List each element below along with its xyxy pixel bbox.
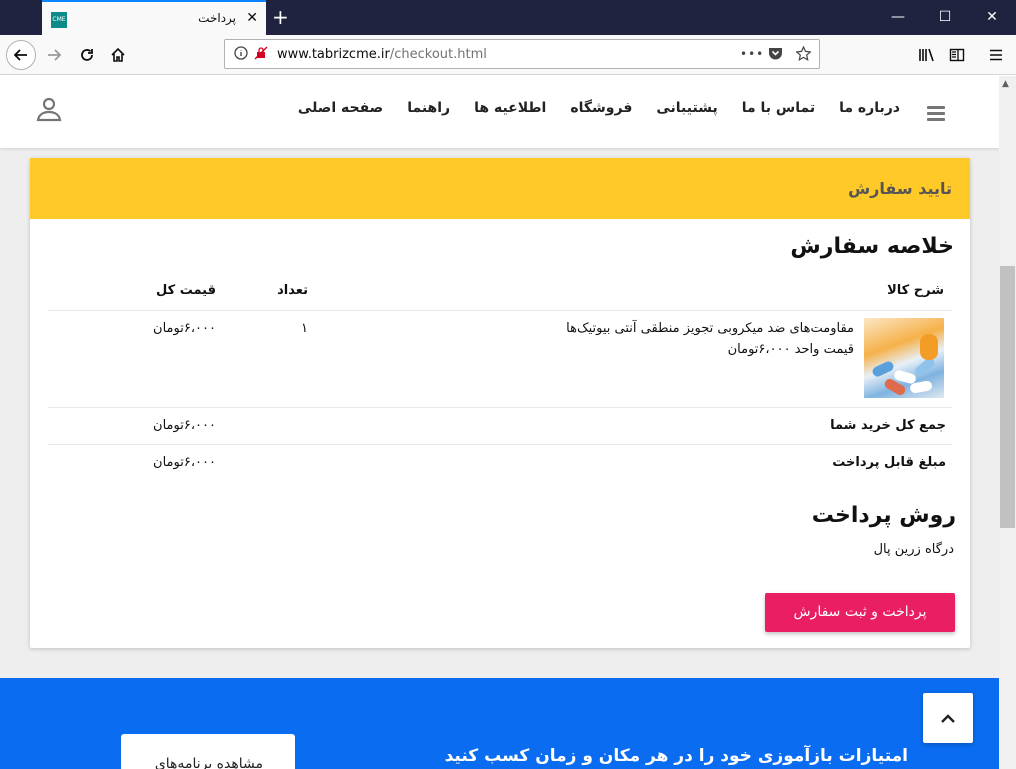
tab-title: پرداخت <box>198 11 236 25</box>
page-actions-icon[interactable]: ••• <box>740 46 764 62</box>
payment-gateway[interactable]: درگاه زرین پال <box>874 542 954 557</box>
subtotal-value: ۶،۰۰۰تومان <box>153 418 216 433</box>
nav-guide[interactable]: راهنما <box>407 100 450 116</box>
home-button[interactable] <box>104 41 132 69</box>
scrollbar-thumb[interactable] <box>1000 266 1015 528</box>
arrow-left-icon <box>13 49 27 61</box>
col-description-header: شرح کالا <box>887 283 944 298</box>
nav-home[interactable]: صفحه اصلی <box>298 100 383 116</box>
page-viewport: صفحه اصلی راهنما اطلاعیه ها فروشگاه پشتی… <box>0 76 999 769</box>
browser-tab-strip: CME پرداخت ✕ + — ☐ ✕ <box>0 0 1016 35</box>
forward-button[interactable] <box>40 41 68 69</box>
url-text[interactable]: www.tabrizcme.ir/checkout.html <box>277 47 487 62</box>
url-host: www.tabrizcme.ir <box>277 47 390 62</box>
home-icon <box>111 47 125 62</box>
divider <box>48 310 952 311</box>
browser-toolbar: www.tabrizcme.ir/checkout.html ••• <box>0 35 1016 75</box>
chevron-up-icon <box>941 714 955 723</box>
payment-method-heading: روش پرداخت <box>811 503 956 528</box>
product-unit-price: قیمت واحد ۶،۰۰۰تومان <box>727 342 854 357</box>
info-icon[interactable] <box>234 46 248 65</box>
card-title: تایید سفارش <box>848 179 952 198</box>
back-button[interactable] <box>6 40 36 70</box>
product-image <box>864 318 944 398</box>
col-total-header: قیمت کل <box>156 283 216 298</box>
nav-support[interactable]: پشتیبانی <box>656 100 717 116</box>
pay-and-submit-button[interactable]: پرداخت و ثبت سفارش <box>765 593 955 632</box>
divider <box>48 407 952 408</box>
payable-value: ۶،۰۰۰تومان <box>153 455 216 470</box>
scroll-up-icon[interactable]: ▲ <box>1002 79 1009 89</box>
order-summary-heading: خلاصه سفارش <box>790 234 954 259</box>
product-total: ۶،۰۰۰تومان <box>153 321 216 336</box>
browser-tab[interactable]: CME پرداخت ✕ <box>42 0 266 35</box>
new-tab-button[interactable]: + <box>272 5 289 29</box>
close-window-button[interactable]: ✕ <box>982 8 1002 26</box>
product-name: مقاومت‌های ضد میکروبی تجویز منطقی آنتی ب… <box>566 321 854 336</box>
nav-about[interactable]: درباره ما <box>839 100 900 116</box>
payable-label: مبلغ قابل پرداخت <box>832 455 946 470</box>
site-header: صفحه اصلی راهنما اطلاعیه ها فروشگاه پشتی… <box>0 76 999 148</box>
site-menu-icon[interactable] <box>927 106 945 121</box>
bookmark-star-icon[interactable] <box>795 45 812 66</box>
library-button[interactable] <box>913 41 941 69</box>
site-favicon-icon: CME <box>51 12 67 28</box>
divider <box>48 444 952 445</box>
nav-shop[interactable]: فروشگاه <box>570 100 632 116</box>
insecure-lock-icon[interactable] <box>254 46 268 65</box>
subtotal-label: جمع کل خرید شما <box>830 418 946 433</box>
scroll-to-top-button[interactable] <box>923 693 973 743</box>
product-quantity: ۱ <box>301 321 308 336</box>
minimize-button[interactable]: — <box>888 8 908 26</box>
col-quantity-header: تعداد <box>277 283 308 298</box>
reload-icon <box>81 49 93 61</box>
footer-slogan: امتیازات بازآموزی خود را در هر مکان و زم… <box>444 746 908 766</box>
nav-announcements[interactable]: اطلاعیه ها <box>474 100 546 116</box>
url-path: /checkout.html <box>389 47 487 62</box>
address-bar[interactable]: www.tabrizcme.ir/checkout.html ••• <box>224 39 820 69</box>
tab-close-icon[interactable]: ✕ <box>246 10 258 26</box>
sidebar-button[interactable] <box>943 41 971 69</box>
hamburger-menu-icon <box>990 49 1002 61</box>
footer-programs-card[interactable]: مشاهده برنامه‌های <box>121 734 295 769</box>
maximize-button[interactable]: ☐ <box>935 8 955 26</box>
nav-contact[interactable]: تماس با ما <box>742 100 815 116</box>
user-account-icon[interactable] <box>36 96 62 122</box>
reload-button[interactable] <box>73 41 101 69</box>
main-nav: صفحه اصلی راهنما اطلاعیه ها فروشگاه پشتی… <box>298 100 900 116</box>
order-confirm-card: تایید سفارش خلاصه سفارش شرح کالا تعداد ق… <box>30 158 970 648</box>
library-icon <box>919 48 934 62</box>
footer-card-label: مشاهده برنامه‌های <box>154 756 263 769</box>
app-menu-button[interactable] <box>982 41 1010 69</box>
page-scrollbar[interactable]: ▲ <box>999 76 1016 769</box>
sidebar-icon <box>949 48 965 62</box>
pocket-icon[interactable] <box>768 46 783 65</box>
arrow-right-icon <box>48 49 62 61</box>
card-header: تایید سفارش <box>30 158 970 219</box>
